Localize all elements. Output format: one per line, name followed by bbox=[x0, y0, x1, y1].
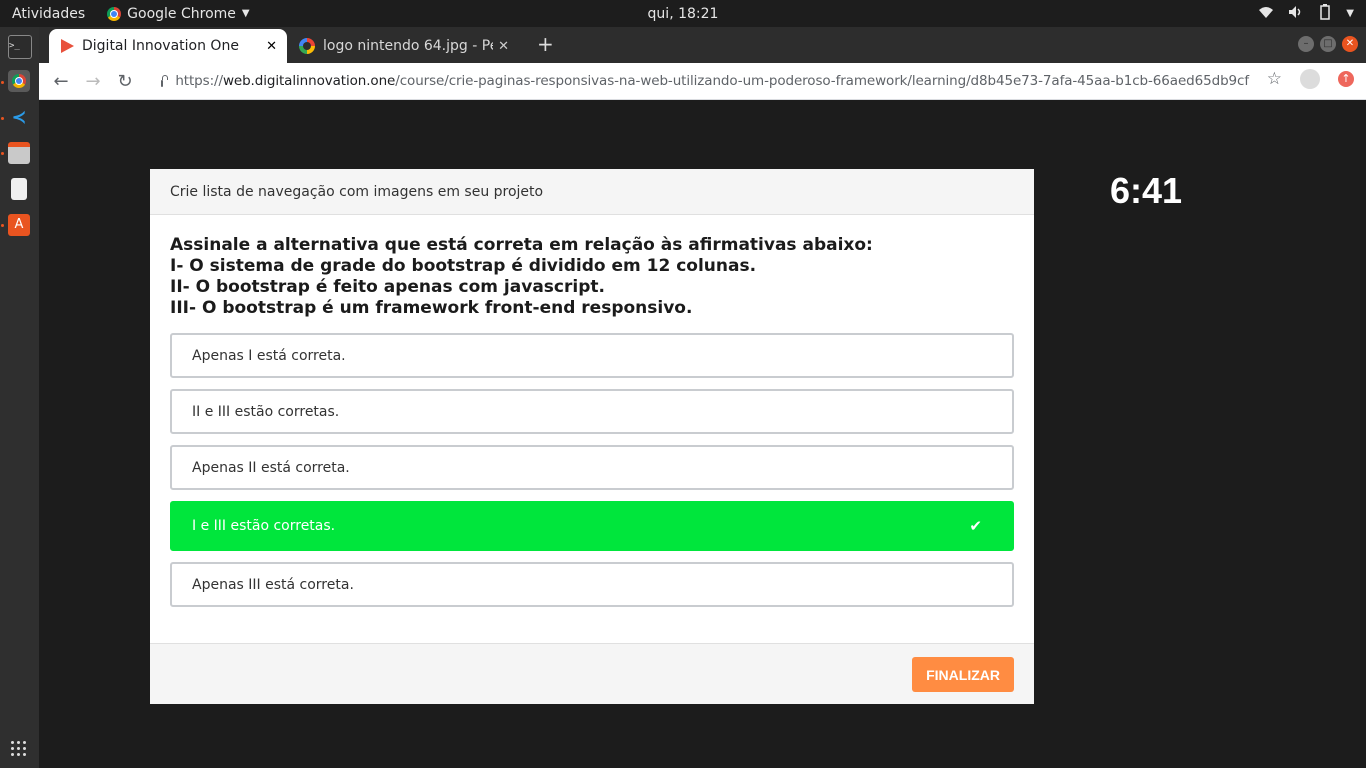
google-icon bbox=[299, 38, 315, 54]
quiz-card: Crie lista de navegação com imagens em s… bbox=[150, 169, 1034, 704]
tab-strip: Digital Innovation One ✕ logo nintendo 6… bbox=[39, 27, 1366, 63]
software-center-icon[interactable]: A bbox=[8, 214, 30, 236]
lock-icon bbox=[161, 74, 170, 87]
document-icon[interactable] bbox=[11, 178, 27, 200]
page-content: Crie lista de navegação com imagens em s… bbox=[39, 100, 1366, 768]
activities-button[interactable]: Atividades bbox=[12, 6, 85, 22]
answer-option[interactable]: Apenas III está correta. bbox=[170, 562, 1014, 607]
question-text: Assinale a alternativa que está correta … bbox=[170, 235, 873, 318]
tab-digital-innovation-one[interactable]: Digital Innovation One ✕ bbox=[49, 29, 287, 63]
maximize-button[interactable]: □ bbox=[1320, 36, 1336, 52]
answer-options: Apenas I está correta. II e III estão co… bbox=[170, 333, 1014, 607]
chrome-icon[interactable] bbox=[8, 70, 30, 92]
profile-avatar[interactable] bbox=[1300, 69, 1320, 89]
back-button[interactable]: ← bbox=[45, 71, 77, 92]
digital-innovation-one-icon bbox=[61, 39, 74, 53]
clock[interactable]: qui, 18:21 bbox=[648, 6, 719, 22]
quiz-header: Crie lista de navegação com imagens em s… bbox=[150, 169, 1034, 215]
window-controls: – □ ✕ bbox=[1298, 36, 1358, 52]
address-bar[interactable]: https://web.digitalinnovation.one/course… bbox=[159, 69, 1249, 93]
system-top-bar: Atividades Google Chrome ▼ qui, 18:21 ▼ bbox=[0, 0, 1366, 27]
bookmark-star-icon[interactable]: ☆ bbox=[1267, 69, 1282, 89]
minimize-button[interactable]: – bbox=[1298, 36, 1314, 52]
answer-option[interactable]: Apenas I está correta. bbox=[170, 333, 1014, 378]
app-menu[interactable]: Google Chrome ▼ bbox=[107, 5, 250, 22]
close-window-button[interactable]: ✕ bbox=[1342, 36, 1358, 52]
browser-toolbar: ← → ↻ https://web.digitalinnovation.one/… bbox=[39, 63, 1366, 100]
chrome-icon bbox=[107, 6, 122, 21]
wifi-icon bbox=[1258, 5, 1274, 23]
running-indicator bbox=[1, 152, 4, 155]
running-indicator bbox=[1, 117, 4, 120]
new-tab-button[interactable]: + bbox=[537, 32, 554, 56]
quiz-footer: FINALIZAR bbox=[150, 643, 1034, 704]
running-indicator bbox=[1, 224, 4, 227]
answer-option-selected[interactable]: I e III estão corretas. ✔ bbox=[170, 501, 1014, 551]
reload-button[interactable]: ↻ bbox=[109, 71, 141, 92]
forward-button[interactable]: → bbox=[77, 71, 109, 92]
finalize-button[interactable]: FINALIZAR bbox=[912, 657, 1014, 692]
tab-title: logo nintendo 64.jpg - Pes bbox=[323, 38, 493, 54]
update-icon[interactable]: ↑ bbox=[1338, 71, 1354, 87]
checkmark-icon: ✔ bbox=[969, 517, 982, 535]
answer-option[interactable]: II e III estão corretas. bbox=[170, 389, 1014, 434]
vscode-icon[interactable]: ≺ bbox=[8, 107, 30, 129]
tab-title: Digital Innovation One bbox=[82, 38, 239, 54]
countdown-timer: 6:41 bbox=[1110, 170, 1183, 211]
system-tray[interactable]: ▼ bbox=[1258, 0, 1354, 27]
tab-google-images[interactable]: logo nintendo 64.jpg - Pes ✕ bbox=[289, 29, 519, 63]
app-menu-label: Google Chrome bbox=[127, 5, 236, 22]
url-text: https://web.digitalinnovation.one/course… bbox=[175, 73, 1249, 89]
running-indicator bbox=[1, 81, 4, 84]
close-icon[interactable]: ✕ bbox=[498, 39, 509, 54]
show-applications-icon[interactable] bbox=[11, 741, 27, 757]
files-icon[interactable] bbox=[8, 142, 30, 164]
close-icon[interactable]: ✕ bbox=[266, 39, 277, 54]
terminal-icon[interactable]: >_ bbox=[8, 35, 32, 59]
battery-icon bbox=[1318, 3, 1332, 24]
chevron-down-icon: ▼ bbox=[1346, 8, 1354, 19]
dock: >_ ≺ A bbox=[0, 27, 39, 768]
chevron-down-icon: ▼ bbox=[241, 8, 250, 19]
answer-option[interactable]: Apenas II está correta. bbox=[170, 445, 1014, 490]
volume-icon bbox=[1288, 5, 1304, 23]
